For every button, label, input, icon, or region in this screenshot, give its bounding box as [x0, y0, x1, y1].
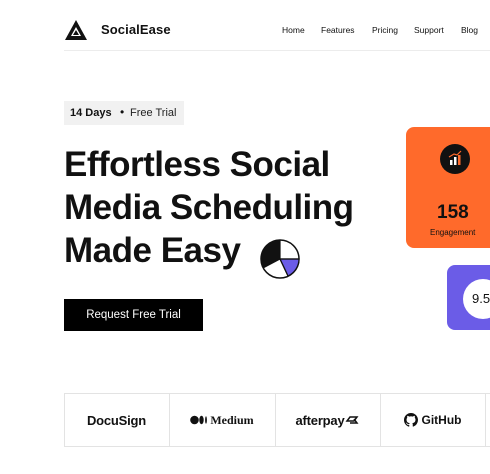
triangle-logo-icon[interactable] [64, 18, 88, 42]
rating-card: 9.5 [447, 265, 490, 330]
heading-line: Media Scheduling [64, 188, 354, 227]
rating-circle: 9.5 [463, 279, 490, 319]
badge-trial-text: Free Trial [130, 107, 177, 119]
nav-features[interactable]: Features [321, 25, 355, 35]
heading-line: Made Easy [64, 231, 241, 270]
nav-support[interactable]: Support [414, 25, 444, 35]
pie-chart-icon [260, 239, 300, 279]
afterpay-logo: afterpay [295, 412, 345, 428]
nav-pricing[interactable]: Pricing [372, 25, 398, 35]
hero-heading: Effortless Social Media Scheduling Made … [64, 143, 354, 272]
request-trial-button[interactable]: Request Free Trial [64, 299, 203, 331]
nav-blog[interactable]: Blog [461, 25, 478, 35]
badge-separator: • [120, 105, 125, 119]
medium-logo: Medium [210, 412, 254, 427]
trial-badge: 14 Days • Free Trial [64, 101, 184, 125]
partner-afterpay: afterpay [275, 394, 380, 446]
engagement-label: Engagement [430, 228, 476, 237]
heading-line: Effortless Social [64, 145, 330, 184]
rating-value: 9.5 [472, 291, 490, 306]
afterpay-arrows-icon [345, 416, 359, 424]
partner-docusign: DocuSign [64, 394, 169, 446]
site-header: SocialEase Home Features Pricing Support… [0, 0, 490, 51]
nav-home[interactable]: Home [282, 25, 305, 35]
engagement-icon-circle [440, 144, 470, 174]
logos-divider [485, 393, 486, 447]
engagement-value: 158 [437, 202, 469, 223]
github-icon [403, 413, 418, 427]
brand-name[interactable]: SocialEase [101, 22, 171, 37]
logos-bottom-border [64, 446, 490, 447]
bar-chart-trend-icon [448, 150, 462, 165]
partner-medium: Medium [169, 394, 275, 446]
docusign-logo: DocuSign [86, 412, 147, 428]
badge-days: 14 Days [70, 107, 112, 119]
github-logo: GitHub [421, 413, 462, 427]
header-divider [64, 50, 490, 51]
partner-github: GitHub [380, 394, 485, 446]
engagement-card: 158 Engagement [406, 127, 490, 248]
medium-icon [190, 415, 208, 425]
